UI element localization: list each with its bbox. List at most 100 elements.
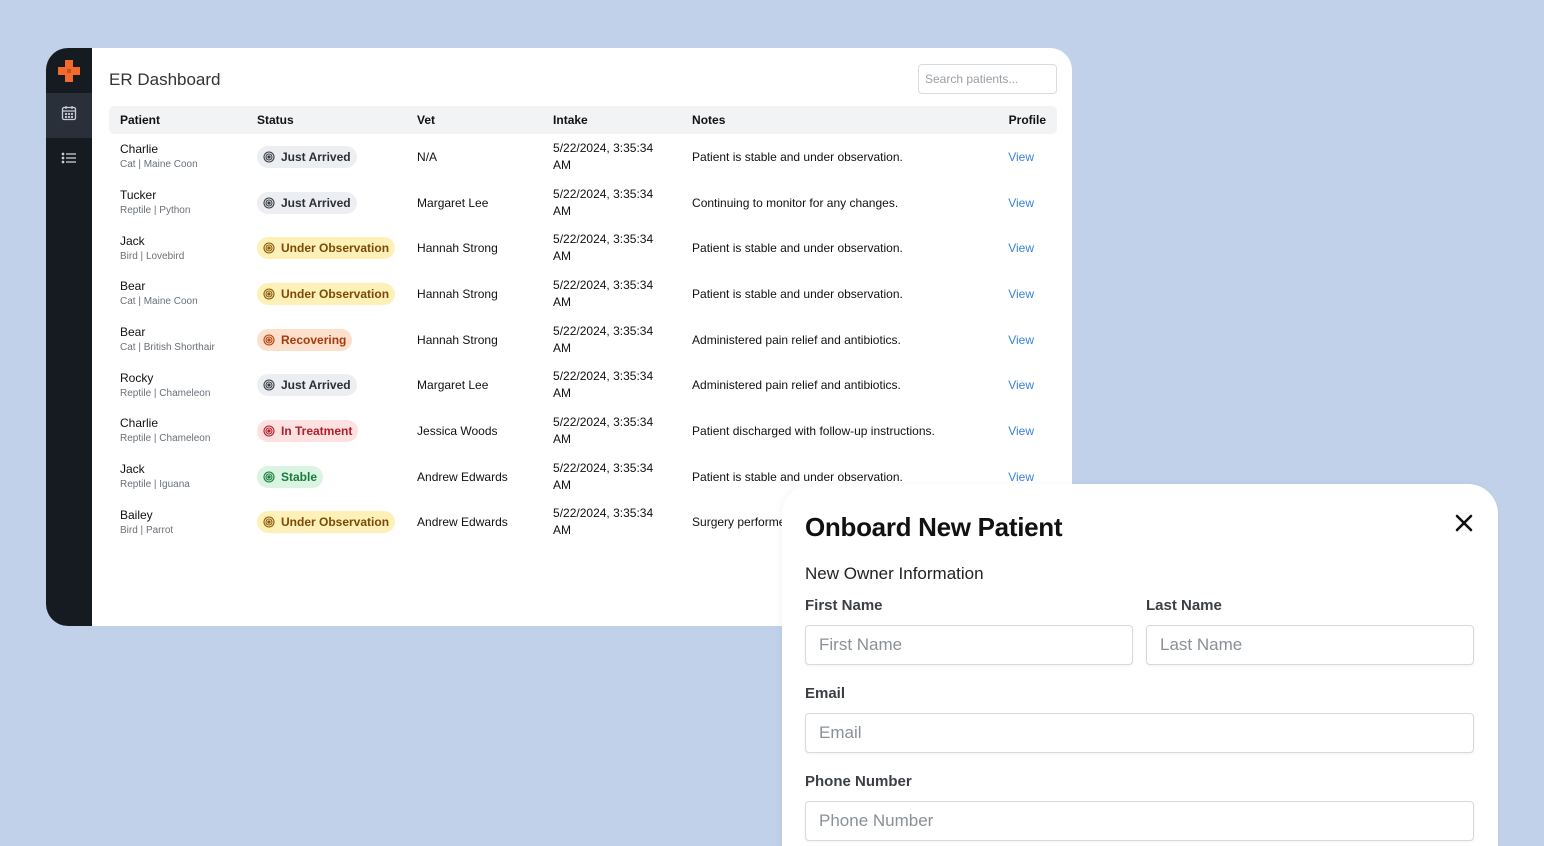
status-label: In Treatment	[281, 423, 353, 438]
header-profile[interactable]: Profile	[977, 106, 1057, 134]
view-profile-link[interactable]: View	[1008, 196, 1034, 210]
table-row: Charlie Reptile | Chameleon In Treatment…	[109, 408, 1057, 454]
first-name-label: First Name	[805, 597, 883, 614]
vet-cell: Hannah Strong	[417, 286, 498, 301]
intake-time: 5/22/2024, 3:35:34 AM	[553, 277, 654, 309]
status-label: Just Arrived	[281, 195, 351, 210]
header-status[interactable]: Status	[246, 106, 406, 134]
status-cell: Recovering	[246, 317, 406, 363]
patient-name: Bear	[120, 279, 146, 294]
vet-cell: Andrew Edwards	[417, 515, 508, 530]
notes-cell: Administered pain relief and antibiotics…	[692, 332, 901, 347]
profile-cell: View	[977, 225, 1057, 271]
status-cell: Under Observation	[246, 271, 406, 317]
status-target-icon	[263, 242, 275, 254]
email-label: Email	[805, 685, 846, 702]
status-cell: Just Arrived	[246, 180, 406, 226]
intake-cell: 5/22/2024, 3:35:34 AM	[542, 225, 681, 271]
patient-name: Charlie	[120, 142, 159, 157]
patient-species: Reptile | Iguana	[120, 479, 190, 491]
notes-cell: Administered pain relief and antibiotics…	[692, 378, 901, 393]
intake-time: 5/22/2024, 3:35:34 AM	[553, 369, 654, 401]
notes-cell: Patient is stable and under observation.	[692, 241, 903, 256]
profile-cell: View	[977, 134, 1057, 180]
patient-species: Cat | British Shorthair	[120, 342, 215, 354]
intake-time: 5/22/2024, 3:35:34 AM	[553, 460, 654, 492]
view-profile-link[interactable]: View	[1008, 470, 1034, 484]
view-profile-link[interactable]: View	[1008, 424, 1034, 438]
modal-title: Onboard New Patient	[805, 512, 1063, 542]
profile-cell: View	[977, 271, 1057, 317]
status-target-icon	[263, 151, 275, 163]
sidebar-item-calendar[interactable]	[46, 93, 92, 138]
patient-name: Charlie	[120, 416, 159, 431]
calendar-icon	[61, 105, 77, 126]
intake-time: 5/22/2024, 3:35:34 AM	[553, 506, 654, 538]
table-row: Bear Cat | British Shorthair Recovering …	[109, 317, 1057, 363]
patient-species: Bird | Lovebird	[120, 250, 185, 262]
vet-cell: Margaret Lee	[417, 195, 489, 210]
view-profile-link[interactable]: View	[1008, 150, 1034, 164]
last-name-field[interactable]	[1146, 625, 1474, 665]
table-header-row: Patient Status Vet Intake Notes Profile	[109, 106, 1057, 134]
status-label: Recovering	[281, 332, 347, 347]
status-label: Under Observation	[281, 241, 390, 256]
patient-cell: Bailey Bird | Parrot	[109, 500, 246, 546]
close-icon[interactable]	[1454, 513, 1474, 533]
sidebar-item-list[interactable]	[46, 138, 92, 183]
status-cell: Under Observation	[246, 225, 406, 271]
intake-time: 5/22/2024, 3:35:34 AM	[553, 323, 654, 355]
patient-name: Bailey	[120, 507, 153, 522]
status-target-icon	[263, 425, 275, 437]
status-badge: Recovering	[257, 328, 353, 351]
intake-time: 5/22/2024, 3:35:34 AM	[553, 186, 654, 218]
email-field[interactable]	[805, 713, 1474, 753]
patient-cell: Jack Bird | Lovebird	[109, 225, 246, 271]
page-title: ER Dashboard	[109, 70, 221, 89]
status-target-icon	[263, 516, 275, 528]
vet-cell: Jessica Woods	[417, 423, 498, 438]
header-vet[interactable]: Vet	[406, 106, 542, 134]
patient-cell: Bear Cat | British Shorthair	[109, 317, 246, 363]
profile-cell: View	[977, 317, 1057, 363]
header-patient[interactable]: Patient	[109, 106, 246, 134]
status-target-icon	[263, 334, 275, 346]
intake-cell: 5/22/2024, 3:35:34 AM	[542, 362, 681, 408]
view-profile-link[interactable]: View	[1008, 287, 1034, 301]
status-badge: Just Arrived	[257, 191, 357, 214]
vet-cell: N/A	[417, 149, 438, 164]
phone-field[interactable]	[805, 801, 1474, 841]
onboard-patient-modal: Onboard New Patient New Owner Informatio…	[782, 484, 1498, 846]
table-row: Tucker Reptile | Python Just Arrived Mar…	[109, 180, 1057, 226]
intake-time: 5/22/2024, 3:35:34 AM	[553, 414, 654, 446]
intake-cell: 5/22/2024, 3:35:34 AM	[542, 134, 681, 180]
view-profile-link[interactable]: View	[1008, 241, 1034, 255]
status-cell: Under Observation	[246, 500, 406, 546]
header-notes[interactable]: Notes	[681, 106, 977, 134]
patient-species: Reptile | Chameleon	[120, 387, 211, 399]
search-input[interactable]	[918, 64, 1057, 94]
vet-cell: Margaret Lee	[417, 378, 489, 393]
first-name-field[interactable]	[805, 625, 1133, 665]
table-row: Jack Bird | Lovebird Under Observation H…	[109, 225, 1057, 271]
header-intake[interactable]: Intake	[542, 106, 681, 134]
status-cell: Just Arrived	[246, 134, 406, 180]
intake-time: 5/22/2024, 3:35:34 AM	[553, 140, 654, 172]
patient-species: Reptile | Python	[120, 205, 191, 217]
status-target-icon	[263, 288, 275, 300]
status-badge: Under Observation	[257, 511, 396, 534]
intake-cell: 5/22/2024, 3:35:34 AM	[542, 317, 681, 363]
status-target-icon	[263, 471, 275, 483]
intake-cell: 5/22/2024, 3:35:34 AM	[542, 500, 681, 546]
patient-name: Jack	[120, 233, 145, 248]
table-row: Bear Cat | Maine Coon Under Observation …	[109, 271, 1057, 317]
status-badge: Under Observation	[257, 282, 396, 305]
intake-cell: 5/22/2024, 3:35:34 AM	[542, 180, 681, 226]
table-row: Rocky Reptile | Chameleon Just Arrived M…	[109, 362, 1057, 408]
view-profile-link[interactable]: View	[1008, 378, 1034, 392]
patient-name: Jack	[120, 462, 145, 477]
patient-cell: Rocky Reptile | Chameleon	[109, 362, 246, 408]
intake-cell: 5/22/2024, 3:35:34 AM	[542, 271, 681, 317]
view-profile-link[interactable]: View	[1008, 333, 1034, 347]
phone-label: Phone Number	[805, 773, 912, 790]
